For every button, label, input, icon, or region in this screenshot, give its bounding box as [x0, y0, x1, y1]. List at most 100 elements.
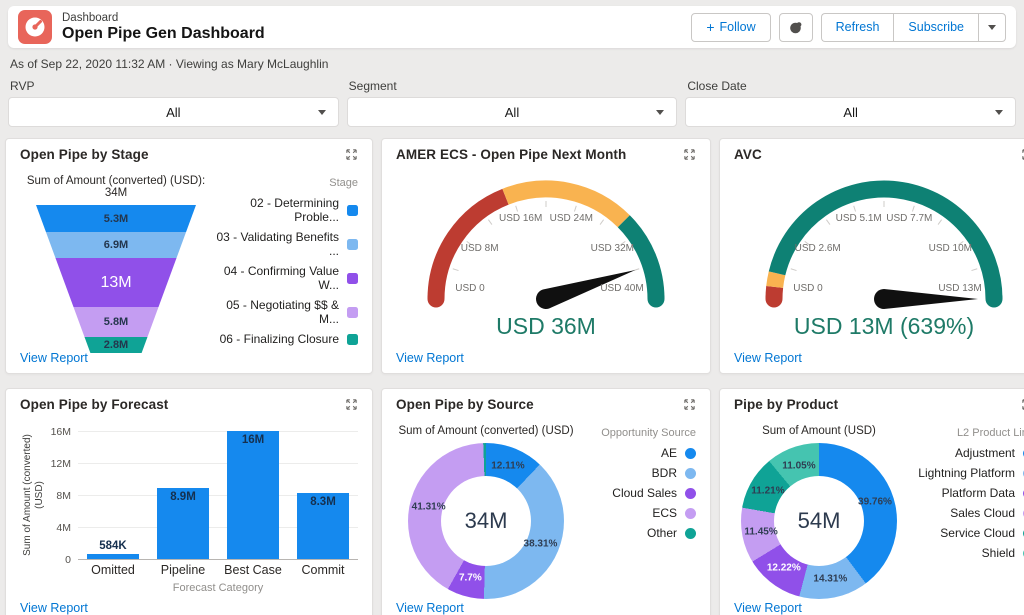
funnel-segment[interactable]: 5.8M — [36, 307, 196, 337]
view-report-link[interactable]: View Report — [734, 351, 1024, 365]
bar-column: 8.9M — [157, 488, 209, 559]
gauge-tick — [854, 206, 856, 212]
gauge-tick-label: USD 16M — [499, 213, 542, 224]
y-tick-label: 8M — [56, 490, 71, 502]
gauge-tick-label: USD 5.1M — [836, 213, 882, 224]
gauge-tick — [826, 220, 830, 225]
filter-close-date: Close Date All — [685, 74, 1016, 127]
funnel-segment[interactable]: 5.3M — [36, 205, 196, 232]
subscribe-button[interactable]: Subscribe — [893, 13, 978, 42]
panel-title: AMER ECS - Open Pipe Next Month — [396, 147, 626, 162]
gauge-band — [775, 273, 777, 287]
gauge-tick-label: USD 24M — [550, 213, 593, 224]
panel-title: Open Pipe by Source — [396, 397, 534, 412]
legend-item[interactable]: 03 - Validating Benefits ... — [212, 230, 358, 258]
gauge-tick-label: USD 2.6M — [795, 243, 841, 254]
expand-icon[interactable] — [683, 398, 696, 416]
panel-title: Open Pipe by Stage — [20, 147, 149, 162]
panel-avc-gauge: AVC USD 0 USD 2.6M USD 5.1M USD 7.7M USD 10M… — [719, 138, 1024, 374]
x-category-label: Pipeline — [148, 563, 218, 577]
gauge-tick — [488, 220, 492, 225]
record-type-label: Dashboard — [62, 12, 265, 25]
chevron-down-icon — [988, 25, 996, 30]
gauge-tick — [453, 269, 459, 271]
legend-item[interactable]: Platform Data — [904, 486, 1024, 500]
legend-item[interactable]: 04 - Confirming Value W... — [212, 264, 358, 292]
legend-label: Service Cloud — [940, 526, 1015, 540]
slice-percent-label: 11.45% — [744, 527, 777, 538]
y-axis-title-area: Sum of Amount (converted) (USD) — [20, 431, 48, 559]
legend-item[interactable]: 02 - Determining Proble... — [212, 196, 358, 224]
filter-value: All — [843, 105, 857, 120]
legend-swatch — [347, 273, 358, 284]
gauge-tick — [791, 269, 797, 271]
funnel-segment[interactable]: 13M — [36, 258, 196, 307]
bar[interactable]: 16M — [227, 431, 279, 559]
legend-item[interactable]: Sales Cloud — [904, 506, 1024, 520]
legend-item[interactable]: BDR — [576, 466, 696, 480]
legend-item[interactable]: Adjustment — [904, 446, 1024, 460]
refresh-button[interactable]: Refresh — [821, 13, 894, 42]
filter-dropdown-close-date[interactable]: All — [685, 97, 1016, 127]
gauge-tick — [600, 220, 604, 225]
gauge-tick-label: USD 13M — [938, 283, 981, 294]
funnel-legend: Stage 02 - Determining Proble...03 - Val… — [212, 169, 358, 351]
y-axis-ticks: 16M12M8M4M0 — [48, 431, 78, 559]
gauge-tick-label: USD 10M — [929, 243, 972, 254]
view-report-link[interactable]: View Report — [20, 601, 358, 615]
header-left: Dashboard Open Pipe Gen Dashboard — [18, 10, 265, 44]
legend-item[interactable]: Service Cloud — [904, 526, 1024, 540]
legend-swatch — [685, 528, 696, 539]
x-category-label: Best Case — [218, 563, 288, 577]
gauge-tick-label: USD 7.7M — [886, 213, 932, 224]
donut-chart[interactable]: 34M 12.11%38.31%7.7%41.31% — [408, 443, 564, 599]
follow-button[interactable]: + Follow — [691, 13, 770, 42]
expand-icon[interactable] — [345, 398, 358, 416]
legend-label: 05 - Negotiating $$ & M... — [212, 298, 339, 326]
legend-item[interactable]: ECS — [576, 506, 696, 520]
gauge-tick-label: USD 0 — [793, 283, 823, 294]
legend-swatch — [685, 468, 696, 479]
panel-title: Open Pipe by Forecast — [20, 397, 168, 412]
bar-value-label: 16M — [227, 434, 279, 446]
filter-dropdown-rvp[interactable]: All — [8, 97, 339, 127]
view-report-link[interactable]: View Report — [734, 601, 1024, 615]
legend-swatch — [685, 448, 696, 459]
filter-label: RVP — [10, 79, 337, 93]
expand-icon[interactable] — [345, 148, 358, 166]
bar[interactable] — [87, 554, 139, 559]
legend-swatch — [685, 488, 696, 499]
view-report-link[interactable]: View Report — [396, 351, 696, 365]
panel-title: AVC — [734, 147, 762, 162]
gauge-value: USD 36M — [496, 313, 596, 340]
legend-item[interactable]: Shield — [904, 546, 1024, 560]
view-report-link[interactable]: View Report — [20, 351, 358, 365]
legend-item[interactable]: AE — [576, 446, 696, 460]
legend-item[interactable]: 05 - Negotiating $$ & M... — [212, 298, 358, 326]
bar-value-label: 8.3M — [297, 496, 349, 508]
more-actions-button[interactable] — [978, 13, 1006, 42]
legend-item[interactable]: Cloud Sales — [576, 486, 696, 500]
legend-label: BDR — [652, 466, 677, 480]
legend-item[interactable]: 06 - Finalizing Closure — [212, 332, 358, 346]
legend-item[interactable]: Other — [576, 526, 696, 540]
header-titles: Dashboard Open Pipe Gen Dashboard — [62, 12, 265, 43]
legend-swatch — [347, 334, 358, 345]
einstein-icon — [788, 19, 804, 35]
bar[interactable]: 8.3M — [297, 493, 349, 559]
bar[interactable]: 8.9M — [157, 488, 209, 559]
funnel-segment[interactable]: 6.9M — [36, 232, 196, 258]
slice-percent-label: 11.05% — [782, 460, 815, 471]
donut-hole: 34M — [441, 476, 531, 566]
filter-dropdown-segment[interactable]: All — [347, 97, 678, 127]
legend-item[interactable]: Lightning Platform — [904, 466, 1024, 480]
expand-icon[interactable] — [683, 148, 696, 166]
panel-open-pipe-by-source: Open Pipe by Source Sum of Amount (conve… — [381, 388, 711, 615]
donut-chart[interactable]: 54M 39.76%14.31%12.22%11.45%11.21%11.05% — [741, 443, 897, 599]
legend-label: Sales Cloud — [950, 506, 1015, 520]
view-report-link[interactable]: View Report — [396, 601, 696, 615]
legend-swatch — [685, 508, 696, 519]
einstein-button[interactable] — [779, 13, 813, 42]
legend-label: 03 - Validating Benefits ... — [212, 230, 339, 258]
slice-percent-label: 12.11% — [491, 461, 524, 472]
